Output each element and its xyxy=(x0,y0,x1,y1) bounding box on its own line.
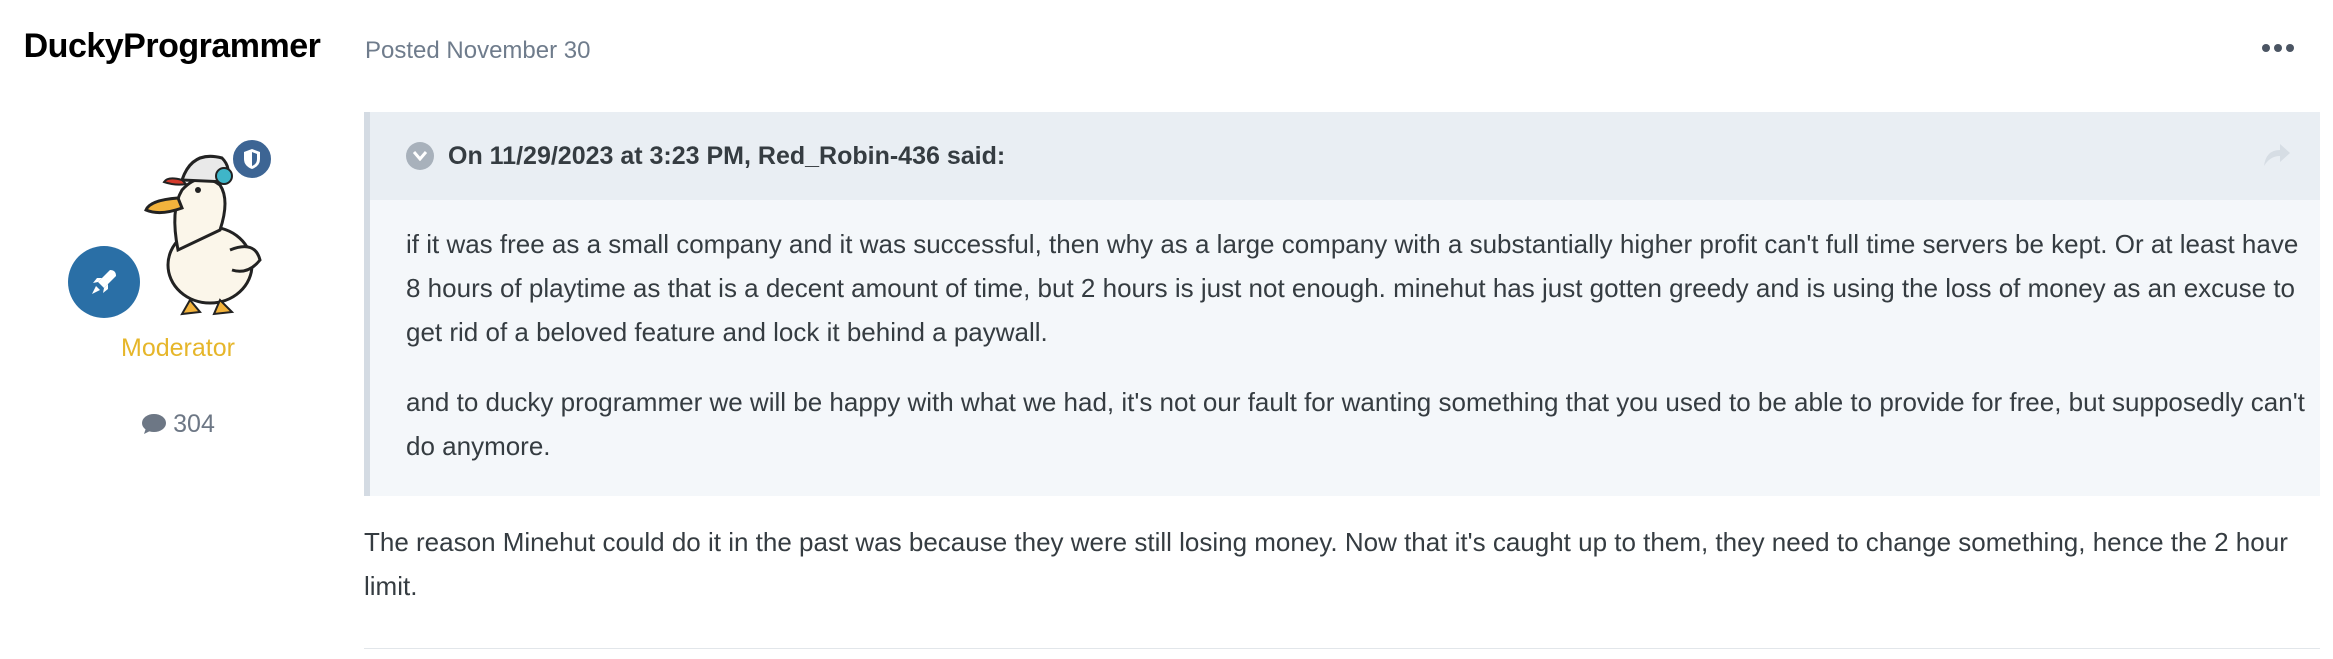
quote-header: On 11/29/2023 at 3:23 PM, Red_Robin-436 … xyxy=(370,112,2320,200)
more-dots-icon[interactable] xyxy=(2262,40,2296,56)
shield-icon xyxy=(230,137,274,181)
author-role: Moderator xyxy=(121,334,235,362)
post-count[interactable]: 304 xyxy=(0,410,356,442)
author-username[interactable]: DuckyProgrammer xyxy=(16,26,328,66)
author-panel: DuckyProgrammer Moderator 304 xyxy=(0,0,345,659)
share-icon[interactable] xyxy=(2262,142,2292,170)
post-divider xyxy=(364,648,2320,649)
quote-body: if it was free as a small company and it… xyxy=(406,222,2306,494)
post-reply-text: The reason Minehut could do it in the pa… xyxy=(364,527,2288,601)
quote-paragraph: and to ducky programmer we will be happy… xyxy=(406,387,2305,461)
comment-icon xyxy=(141,413,167,442)
rocket-icon xyxy=(68,246,140,318)
quote-citation: On 11/29/2023 at 3:23 PM, Red_Robin-436 … xyxy=(448,141,1006,170)
post-count-value: 304 xyxy=(173,410,215,438)
quote-paragraph: if it was free as a small company and it… xyxy=(406,229,2299,347)
quote-block: On 11/29/2023 at 3:23 PM, Red_Robin-436 … xyxy=(364,112,2320,496)
post-date[interactable]: Posted November 30 xyxy=(365,37,590,65)
chevron-down-icon[interactable] xyxy=(406,142,434,170)
